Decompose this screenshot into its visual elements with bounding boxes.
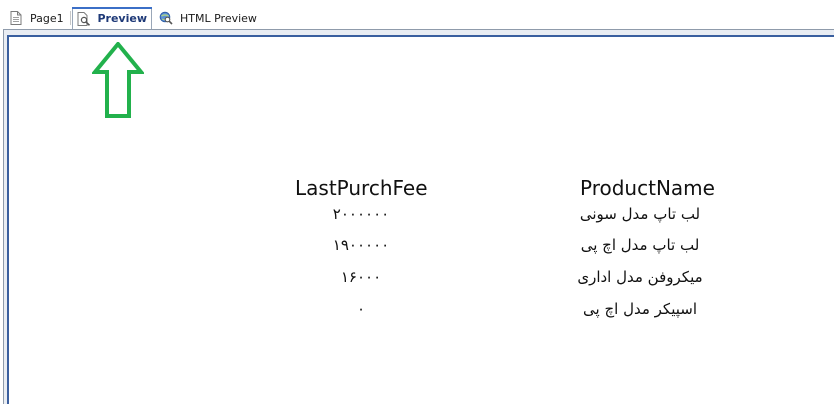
up-arrow-icon (92, 42, 144, 118)
tab-preview-label: Preview (97, 12, 147, 25)
tab-bar: Page1 Preview HTML Preview (0, 0, 834, 30)
tab-html-preview-label: HTML Preview (180, 11, 257, 25)
html-preview-icon (158, 10, 174, 26)
tab-page1-label: Page1 (30, 11, 64, 25)
tab-separator (70, 11, 71, 25)
tab-page1[interactable]: Page1 (4, 7, 70, 29)
tab-html-preview[interactable]: HTML Preview (154, 7, 264, 29)
tab-preview[interactable]: Preview (72, 7, 152, 29)
preview-icon (77, 11, 91, 27)
page-icon (8, 10, 24, 26)
